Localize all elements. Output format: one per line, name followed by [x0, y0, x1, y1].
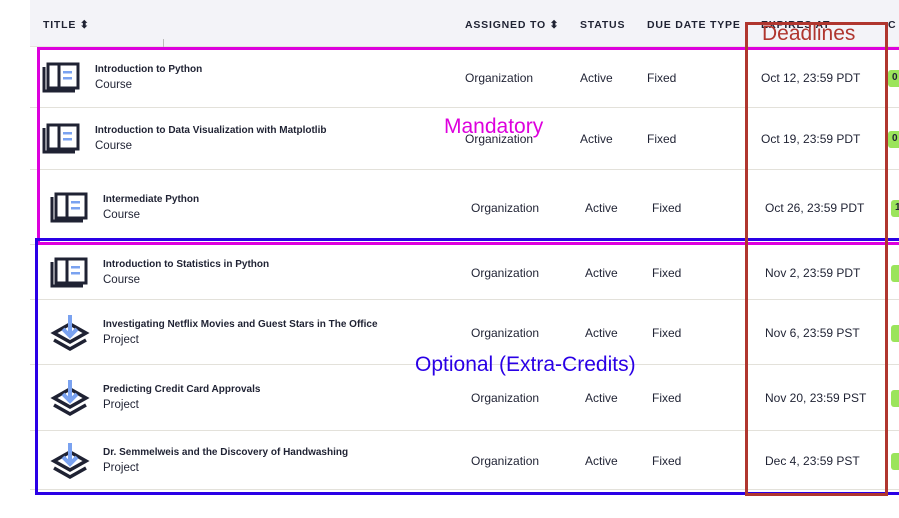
course-icon [42, 119, 82, 159]
deadlines-label: Deadlines [762, 22, 856, 45]
progress-badge: 1 [891, 199, 899, 217]
status: Active [585, 200, 618, 215]
due-date-type: Fixed [652, 325, 682, 340]
course-icon [50, 253, 90, 293]
assigned-to: Organization [471, 200, 540, 215]
item-type: Project [103, 399, 139, 411]
assigned-to: Organization [471, 325, 540, 340]
expires-at: Oct 26, 23:59 PDT [765, 200, 865, 215]
item-type: Course [103, 273, 141, 286]
course-icon [42, 58, 82, 98]
header-due-date-type: DUE DATE TYPE [647, 19, 741, 31]
status: Active [585, 325, 618, 340]
item-title[interactable]: Introduction to Statistics in Python [103, 259, 269, 270]
item-type: Course [95, 140, 133, 152]
status: Active [585, 391, 618, 405]
assigned-to: Organization [465, 70, 534, 85]
header-assigned-to-sort[interactable]: ASSIGNED TO ⬍ [465, 19, 559, 31]
progress-badge: 0 [888, 69, 899, 87]
header-status: STATUS [580, 19, 626, 31]
expires-at: Dec 4, 23:59 PST [765, 453, 860, 468]
course-icon [50, 188, 90, 228]
item-type: Course [95, 78, 133, 91]
due-date-type: Fixed [652, 265, 682, 280]
table-row[interactable]: Dr. Semmelweis and the Discovery of Hand… [30, 431, 899, 490]
table-row[interactable]: Introduction to Python Course Organizati… [30, 47, 899, 108]
item-type: Project [103, 333, 139, 346]
item-title[interactable]: Introduction to Python [95, 64, 202, 75]
progress-badge [891, 264, 899, 282]
project-icon [50, 378, 90, 418]
assigned-to: Organization [471, 453, 540, 468]
item-title[interactable]: Intermediate Python [103, 194, 199, 205]
table-row[interactable]: Introduction to Statistics in Python Cou… [30, 245, 899, 300]
status: Active [580, 132, 613, 146]
due-date-type: Fixed [647, 132, 677, 146]
header-title-sort[interactable]: TITLE ⬍ [43, 19, 89, 31]
progress-badge [891, 324, 899, 342]
expires-at: Oct 12, 23:59 PDT [761, 70, 861, 85]
item-title[interactable]: Dr. Semmelweis and the Discovery of Hand… [103, 447, 348, 458]
status: Active [580, 70, 613, 85]
item-type: Project [103, 461, 139, 474]
column-resize-handle[interactable] [163, 39, 164, 47]
project-icon [50, 313, 90, 353]
expires-at: Nov 20, 23:59 PST [765, 391, 867, 405]
due-date-type: Fixed [652, 200, 682, 215]
status: Active [585, 265, 618, 280]
due-date-type: Fixed [652, 453, 682, 468]
assigned-to: Organization [471, 265, 540, 280]
mandatory-label: Mandatory [444, 115, 544, 138]
progress-badge: 0 [888, 131, 899, 148]
optional-label: Optional (Extra-Credits) [415, 353, 636, 376]
progress-badge [891, 452, 899, 470]
status: Active [585, 453, 618, 468]
progress-badge [891, 390, 899, 407]
project-icon [50, 441, 90, 481]
due-date-type: Fixed [652, 391, 682, 405]
assigned-to: Organization [471, 391, 540, 405]
expires-at: Nov 2, 23:59 PDT [765, 265, 861, 280]
item-title[interactable]: Introduction to Data Visualization with … [95, 125, 326, 136]
due-date-type: Fixed [647, 70, 677, 85]
item-title[interactable]: Investigating Netflix Movies and Guest S… [103, 319, 378, 330]
expires-at: Nov 6, 23:59 PST [765, 325, 860, 340]
item-type: Course [103, 208, 141, 221]
item-title[interactable]: Predicting Credit Card Approvals [103, 384, 260, 395]
expires-at: Oct 19, 23:59 PDT [761, 132, 861, 146]
table-row[interactable]: Intermediate Python Course Organization … [30, 170, 899, 245]
header-extra: C [888, 19, 897, 31]
